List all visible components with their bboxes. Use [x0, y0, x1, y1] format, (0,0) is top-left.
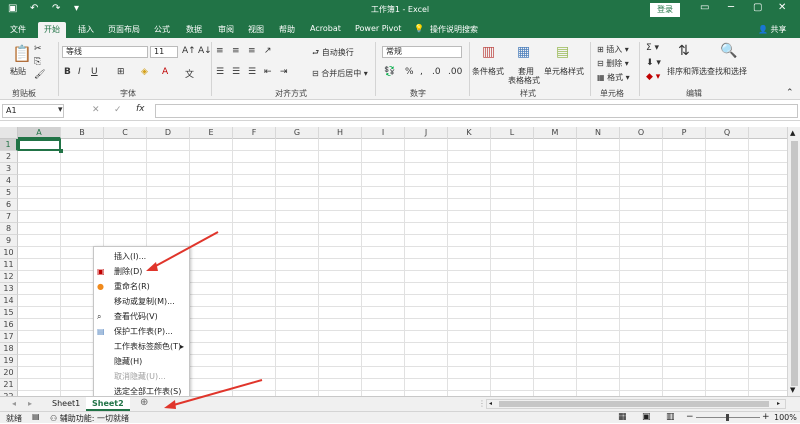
arrow-to-delete-head — [146, 262, 158, 271]
arrow-to-delete — [151, 231, 219, 269]
annotation-arrows — [146, 231, 263, 409]
arrow-to-sheet2-head — [164, 400, 176, 409]
arrow-to-sheet2 — [169, 379, 263, 407]
